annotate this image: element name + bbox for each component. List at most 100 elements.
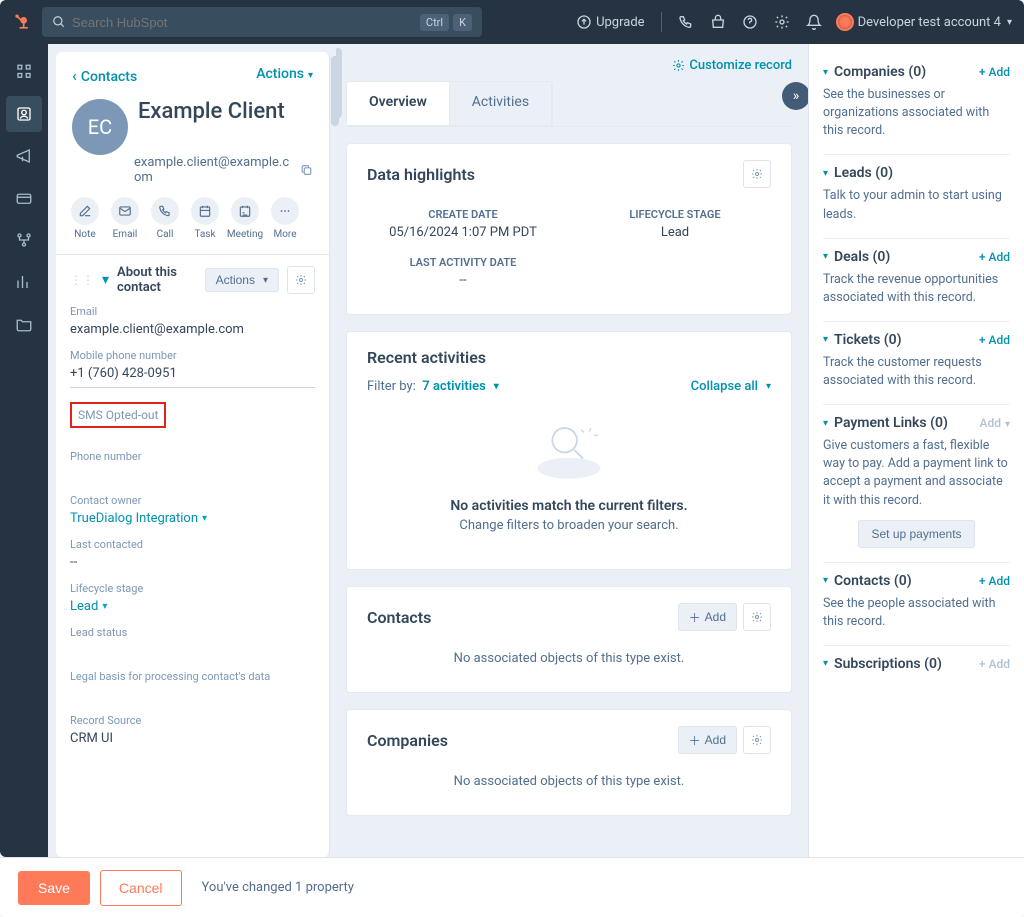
- hubspot-logo-icon: [12, 12, 32, 32]
- upgrade-icon: [576, 14, 592, 30]
- collapse-all[interactable]: Collapse all: [691, 379, 771, 394]
- record-email: example.client@example.com: [134, 155, 294, 185]
- data-highlights-card: Data highlights CREATE DATE05/16/2024 1:…: [346, 143, 792, 315]
- account-dot-icon: [838, 15, 852, 29]
- rs-tickets: ▾Tickets (0)+ Add Track the customer req…: [823, 322, 1010, 405]
- rs-paymentlinks-add[interactable]: Add: [979, 416, 1010, 430]
- value-owner[interactable]: TrueDialog Integration▾: [70, 509, 315, 528]
- record-email-row: example.client@example.com: [56, 155, 329, 191]
- phone-icon[interactable]: [678, 14, 694, 30]
- label-mobile: Mobile phone number: [70, 349, 315, 362]
- rs-deals-add[interactable]: + Add: [979, 250, 1010, 264]
- empty-search-icon: [524, 414, 614, 484]
- rail-reporting[interactable]: [6, 264, 42, 300]
- about-card: ⋮⋮ ▾ About this contact Actions Email exa…: [56, 254, 329, 764]
- rs-companies-add[interactable]: + Add: [979, 65, 1010, 79]
- contacts-add-button[interactable]: ＋Add: [678, 603, 737, 631]
- collapse-right-toggle[interactable]: »: [782, 82, 808, 110]
- value-lifecycle[interactable]: Lead▾: [70, 597, 315, 616]
- rail-marketing[interactable]: [6, 138, 42, 174]
- highlights-settings[interactable]: [743, 160, 771, 188]
- label-email: Email: [70, 305, 315, 318]
- copy-icon[interactable]: [300, 163, 313, 177]
- rs-subscriptions-add[interactable]: + Add: [979, 657, 1010, 671]
- rs-contacts-add[interactable]: + Add: [979, 574, 1010, 588]
- action-meeting[interactable]: Meeting: [228, 197, 262, 240]
- hl-lastact-label: LAST ACTIVITY DATE: [367, 256, 559, 269]
- tab-activities[interactable]: Activities: [449, 82, 552, 125]
- upgrade-link[interactable]: Upgrade: [576, 14, 644, 30]
- rs-paymentlinks-toggle[interactable]: ▾Payment Links (0): [823, 415, 948, 431]
- tab-overview[interactable]: Overview: [347, 82, 449, 125]
- value-leadstatus[interactable]: [70, 641, 315, 660]
- rs-leads-toggle[interactable]: ▾Leads (0): [823, 165, 893, 181]
- bell-icon[interactable]: [806, 14, 822, 30]
- gear-icon: [751, 734, 763, 746]
- value-mobile[interactable]: +1 (760) 428-0951: [70, 364, 315, 388]
- rs-paymentlinks: ▾Payment Links (0) Add Give customers a f…: [823, 405, 1010, 563]
- action-note[interactable]: Note: [68, 197, 102, 240]
- record-main: » Customize record Overview Activities D…: [336, 44, 808, 857]
- rs-deals-toggle[interactable]: ▾Deals (0): [823, 249, 890, 265]
- drag-handle-icon[interactable]: ⋮⋮: [70, 273, 94, 287]
- rail-automation[interactable]: [6, 222, 42, 258]
- hl-create-label: CREATE DATE: [367, 208, 559, 221]
- rs-paymentlinks-desc: Give customers a fast, flexible way to p…: [823, 437, 1010, 510]
- contacts-settings[interactable]: [743, 603, 771, 631]
- rs-companies-toggle[interactable]: ▾Companies (0): [823, 64, 926, 80]
- filter-dropdown[interactable]: 7 activities: [422, 379, 499, 394]
- record-actions-dropdown[interactable]: Actions: [256, 66, 313, 85]
- setup-payments-button[interactable]: Set up payments: [858, 520, 974, 548]
- rail-library[interactable]: [6, 306, 42, 342]
- rs-contacts-toggle[interactable]: ▾Contacts (0): [823, 573, 912, 589]
- separator: [661, 12, 662, 32]
- contacts-title: Contacts: [367, 608, 431, 627]
- about-settings[interactable]: [287, 266, 315, 294]
- chevron-down-icon[interactable]: ▾: [102, 272, 109, 288]
- value-email[interactable]: example.client@example.com: [70, 320, 315, 339]
- action-call[interactable]: Call: [148, 197, 182, 240]
- value-legal[interactable]: [70, 685, 315, 704]
- value-lastcontact: --: [70, 553, 315, 572]
- record-sidebar: Contacts Actions EC Example Client examp…: [56, 52, 330, 857]
- label-lifecycle: Lifecycle stage: [70, 582, 315, 595]
- companies-add-button[interactable]: ＋Add: [678, 726, 737, 754]
- search-input[interactable]: [72, 15, 420, 30]
- rs-tickets-toggle[interactable]: ▾Tickets (0): [823, 332, 902, 348]
- settings-icon[interactable]: [774, 14, 790, 30]
- action-more[interactable]: More: [268, 197, 302, 240]
- global-search[interactable]: CtrlK: [42, 7, 482, 37]
- search-icon: [52, 15, 66, 29]
- value-phone[interactable]: [70, 465, 315, 484]
- label-leadstatus: Lead status: [70, 626, 315, 639]
- breadcrumb[interactable]: Contacts: [72, 66, 137, 85]
- hl-lastact-val: --: [367, 273, 559, 288]
- about-title: About this contact: [117, 265, 197, 295]
- footer-message: You've changed 1 property: [202, 880, 354, 895]
- action-email[interactable]: Email: [108, 197, 142, 240]
- rs-companies-desc: See the businesses or organizations asso…: [823, 86, 1010, 140]
- customize-record-link[interactable]: Customize record: [672, 58, 792, 73]
- about-actions-dropdown[interactable]: Actions: [205, 268, 279, 292]
- companies-settings[interactable]: [743, 726, 771, 754]
- gear-icon: [751, 611, 763, 623]
- rs-tickets-add[interactable]: + Add: [979, 333, 1010, 347]
- marketplace-icon[interactable]: [710, 14, 726, 30]
- action-task[interactable]: Task: [188, 197, 222, 240]
- rail-commerce[interactable]: [6, 180, 42, 216]
- rail-bookmarks[interactable]: [6, 54, 42, 90]
- left-rail: [0, 44, 48, 857]
- rs-subscriptions-toggle[interactable]: ▾Subscriptions (0): [823, 656, 942, 672]
- scrollbar[interactable]: [336, 48, 342, 118]
- right-sidebar: ▾Companies (0) + Add See the businesses o…: [808, 44, 1024, 857]
- rail-crm[interactable]: [6, 96, 42, 132]
- cancel-button[interactable]: Cancel: [100, 870, 182, 906]
- highlights-title: Data highlights: [367, 165, 475, 184]
- help-icon[interactable]: [742, 14, 758, 30]
- companies-title: Companies: [367, 731, 448, 750]
- record-name: Example Client: [138, 99, 313, 124]
- save-button[interactable]: Save: [18, 871, 90, 905]
- avatar: EC: [72, 99, 128, 155]
- hl-lifecycle-label: LIFECYCLE STAGE: [579, 208, 771, 221]
- account-switcher[interactable]: Developer test account 4 ▾: [838, 15, 1012, 30]
